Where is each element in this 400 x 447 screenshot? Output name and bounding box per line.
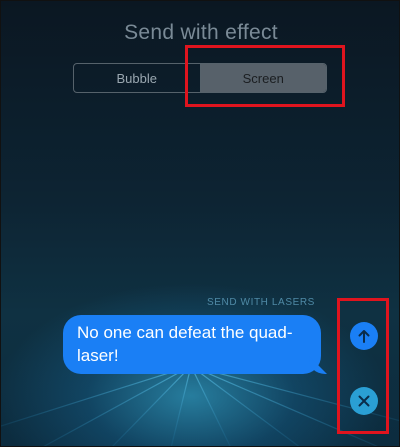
annotation-highlight-screen-tab [185, 45, 345, 107]
effect-screen: Send with effect Bubble Screen SEND WITH… [0, 0, 400, 447]
tab-bubble[interactable]: Bubble [74, 64, 201, 92]
message-text: No one can defeat the quad-laser! [77, 323, 293, 365]
annotation-highlight-action-buttons [337, 298, 389, 434]
page-title: Send with effect [124, 21, 278, 44]
effect-name-caption: SEND WITH LASERS [207, 297, 315, 308]
message-bubble: No one can defeat the quad-laser! [63, 315, 321, 374]
